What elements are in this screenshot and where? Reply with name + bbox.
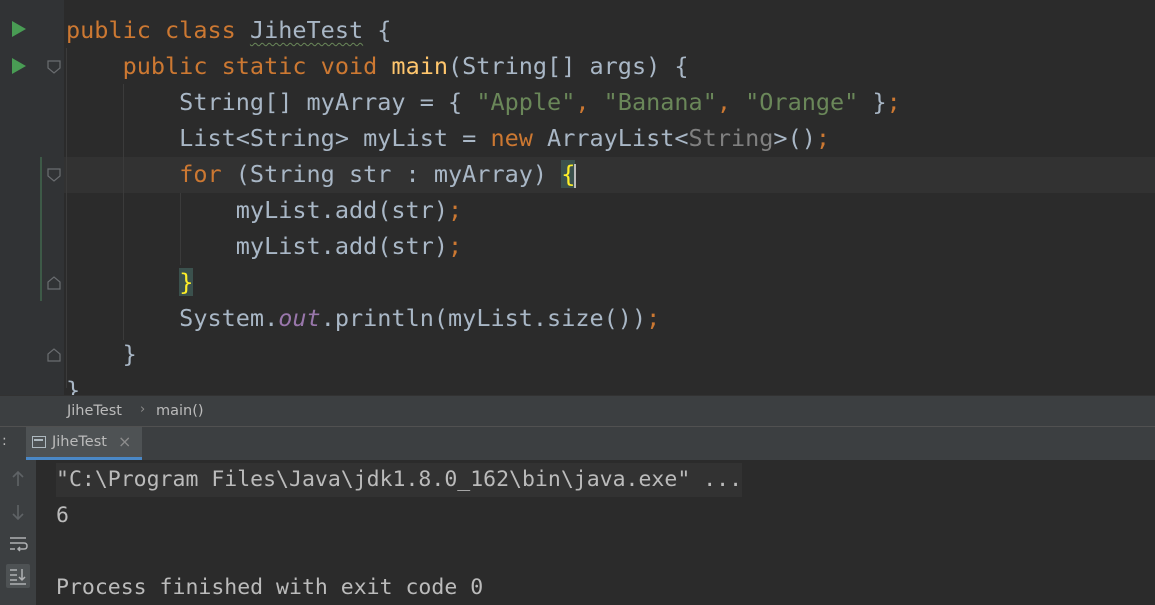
code-line[interactable]: String[] myArray = { "Apple", "Banana", … (66, 84, 901, 120)
breadcrumb-class[interactable]: JiheTest (67, 403, 122, 419)
code-token: JiheTest (249, 16, 364, 44)
run-tab-bar: : JiheTest × (0, 426, 1155, 461)
code-token: { (363, 16, 392, 44)
code-line[interactable]: } (66, 264, 194, 300)
code-token: ; (646, 304, 661, 332)
code-line[interactable]: for (String str : myArray) { (66, 156, 577, 192)
close-icon[interactable]: × (118, 432, 131, 451)
console-output-line: 6 (56, 503, 69, 528)
run-arrow-icon[interactable] (12, 58, 26, 74)
vcs-change-marker[interactable] (40, 157, 42, 301)
code-token: String[] myArray = { (66, 88, 477, 116)
code-token: { (561, 160, 576, 188)
console-toolbar (0, 460, 36, 605)
code-token: ; (815, 124, 831, 152)
code-editor[interactable]: public class JiheTest { public static vo… (0, 0, 1155, 395)
code-token: System. (66, 304, 279, 332)
soft-wrap-icon[interactable] (6, 532, 30, 556)
run-arrow-icon[interactable] (12, 21, 26, 37)
code-token: for (179, 160, 236, 188)
code-token: public static void (122, 52, 392, 80)
code-line[interactable]: myList.add(str); (66, 228, 462, 264)
code-token: "Orange" (745, 88, 859, 116)
code-token: ; (448, 196, 463, 224)
text-caret (574, 163, 577, 188)
code-token: , (716, 88, 746, 116)
breadcrumb-method[interactable]: main() (156, 403, 204, 419)
scroll-to-end-icon[interactable] (6, 564, 30, 588)
code-token: } (66, 376, 81, 395)
code-token: String (688, 124, 774, 152)
code-token: ; (886, 88, 901, 116)
code-token: myList.add(str) (66, 196, 449, 224)
code-token: out (278, 304, 321, 332)
code-token: ; (448, 232, 463, 260)
code-token: ArrayList< (547, 124, 689, 152)
run-tab-label: JiheTest (52, 434, 107, 450)
code-token: main (391, 52, 449, 80)
code-line[interactable]: System.out.println(myList.size()); (66, 300, 660, 336)
code-line[interactable]: public static void main(String[] args) { (66, 48, 689, 84)
run-tab-jihetest[interactable]: JiheTest × (26, 427, 142, 460)
code-line[interactable]: } (66, 372, 80, 395)
console-command-line: "C:\Program Files\Java\jdk1.8.0_162\bin\… (56, 463, 743, 497)
fold-open-icon[interactable] (46, 168, 62, 182)
fold-open-icon[interactable] (46, 60, 62, 74)
code-line[interactable]: myList.add(str); (66, 192, 462, 228)
code-token: new (490, 124, 548, 152)
code-token: (String str : myArray) (235, 160, 562, 188)
code-token: } (66, 340, 137, 368)
code-token: public class (66, 16, 250, 44)
console-exit-line: Process finished with exit code 0 (56, 575, 484, 600)
editor-gutter[interactable] (0, 0, 64, 395)
code-line[interactable]: } (66, 336, 137, 372)
code-token: "Banana" (603, 88, 717, 116)
arrow-up-icon[interactable] (6, 467, 30, 491)
code-token: List<String> myList = (66, 124, 491, 152)
code-line[interactable]: List<String> myList = new ArrayList<Stri… (66, 120, 830, 156)
fold-close-icon[interactable] (46, 276, 62, 290)
code-token: , (575, 88, 604, 116)
code-token: } (858, 88, 887, 116)
fold-close-icon[interactable] (46, 348, 62, 362)
breadcrumb: JiheTest › main() (0, 395, 1155, 427)
run-console[interactable]: "C:\Program Files\Java\jdk1.8.0_162\bin\… (0, 460, 1155, 605)
code-token: .println(myList.size()) (320, 304, 647, 332)
arrow-down-icon[interactable] (6, 500, 30, 524)
console-icon (32, 436, 46, 448)
code-token: >() (773, 124, 816, 152)
code-line[interactable]: public class JiheTest { (66, 12, 391, 48)
code-token: "Apple" (476, 88, 576, 116)
breadcrumb-separator: › (140, 402, 146, 417)
code-token: myList.add(str) (66, 232, 449, 260)
code-token: (String[] args) { (448, 52, 689, 80)
code-token: } (179, 268, 194, 296)
run-window-label: : (2, 433, 7, 449)
